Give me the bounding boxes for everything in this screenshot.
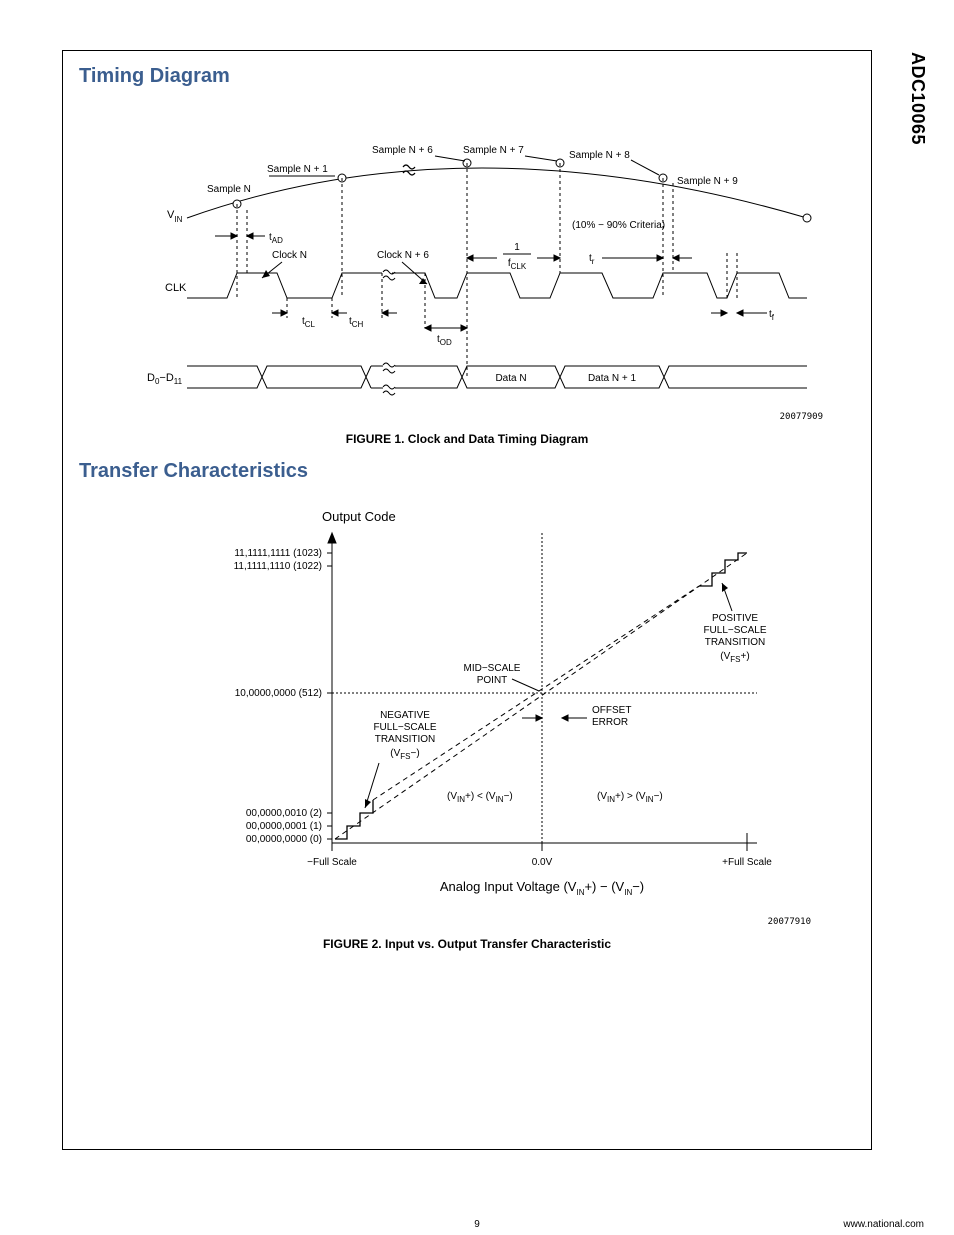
label-vin: VIN — [167, 209, 183, 224]
figure-1-wrap: Sample N Sample N + 1 Sample N + 6 Sampl… — [63, 98, 871, 446]
figure-2-id: 20077910 — [63, 917, 811, 927]
label-midscale1: MID−SCALE — [464, 663, 521, 674]
label-tf: tf — [769, 309, 775, 322]
transfer-diagram-svg: Output Code 11,1111,1111 (1023) 11,1111,… — [147, 493, 787, 913]
label-posfull4: (VFS+) — [720, 651, 749, 664]
section-title-transfer: Transfer Characteristics — [79, 460, 871, 483]
section-title-timing: Timing Diagram — [79, 65, 871, 88]
label-plus-full: +Full Scale — [722, 857, 772, 868]
label-code-1022: 11,1111,1110 (1022) — [234, 561, 322, 572]
label-sample-n: Sample N — [207, 184, 251, 195]
figure-1-caption: FIGURE 1. Clock and Data Timing Diagram — [63, 432, 871, 446]
part-number-sidebar: ADC10065 — [907, 52, 928, 145]
label-code-2: 00,0000,0010 (2) — [246, 808, 322, 819]
label-tad: tAD — [269, 232, 283, 245]
label-one: 1 — [514, 242, 520, 253]
label-clock-n6: Clock N + 6 — [377, 250, 429, 261]
label-minus-full: −Full Scale — [307, 857, 357, 868]
label-code-1: 00,0000,0001 (1) — [246, 821, 322, 832]
label-posfull3: TRANSITION — [705, 637, 766, 648]
label-negfull3: TRANSITION — [375, 734, 436, 745]
label-xaxis: Analog Input Voltage (VIN+) − (VIN−) — [440, 879, 644, 897]
label-zero-v: 0.0V — [532, 857, 553, 868]
label-tod: tOD — [437, 334, 452, 347]
label-offset2: ERROR — [592, 717, 628, 728]
label-code-1023: 11,1111,1111 (1023) — [234, 548, 322, 559]
page-number: 9 — [474, 1219, 480, 1230]
label-sample-n9: Sample N + 9 — [677, 176, 738, 187]
label-data-bus: D0−D11 — [147, 372, 183, 386]
label-output-code: Output Code — [322, 509, 396, 524]
label-midscale2: POINT — [477, 675, 508, 686]
content-frame: Timing Diagram Sample N — [62, 50, 872, 1150]
label-cond-left: (VIN+) < (VIN−) — [447, 791, 513, 804]
label-data-n1: Data N + 1 — [588, 373, 637, 384]
label-criteria: (10% − 90% Criteria) — [572, 220, 665, 231]
label-code-512: 10,0000,0000 (512) — [235, 688, 322, 699]
figure-2-wrap: Output Code 11,1111,1111 (1023) 11,1111,… — [63, 493, 871, 951]
label-negfull2: FULL−SCALE — [373, 722, 436, 733]
label-sample-n8: Sample N + 8 — [569, 150, 630, 161]
label-sample-n1: Sample N + 1 — [267, 164, 328, 175]
label-sample-n6: Sample N + 6 — [372, 145, 433, 156]
label-tch: tCH — [349, 316, 364, 329]
label-negfull4: (VFS−) — [390, 748, 419, 761]
label-tcl: tCL — [302, 316, 316, 329]
label-clock-n: Clock N — [272, 250, 307, 261]
label-posfull2: FULL−SCALE — [703, 625, 766, 636]
label-tr: tr — [589, 253, 595, 266]
label-negfull1: NEGATIVE — [380, 710, 430, 721]
label-code-0: 00,0000,0000 (0) — [246, 834, 322, 845]
footer-url: www.national.com — [843, 1219, 924, 1230]
figure-1-id: 20077909 — [63, 412, 823, 422]
label-sample-n7: Sample N + 7 — [463, 145, 524, 156]
label-clk: CLK — [165, 282, 187, 294]
label-data-n: Data N — [495, 373, 526, 384]
figure-2-caption: FIGURE 2. Input vs. Output Transfer Char… — [63, 937, 871, 951]
timing-diagram-svg: Sample N Sample N + 1 Sample N + 6 Sampl… — [107, 98, 827, 408]
label-posfull1: POSITIVE — [712, 613, 758, 624]
label-cond-right: (VIN+) > (VIN−) — [597, 791, 663, 804]
label-fclk: fCLK — [508, 258, 527, 271]
label-offset1: OFFSET — [592, 705, 631, 716]
